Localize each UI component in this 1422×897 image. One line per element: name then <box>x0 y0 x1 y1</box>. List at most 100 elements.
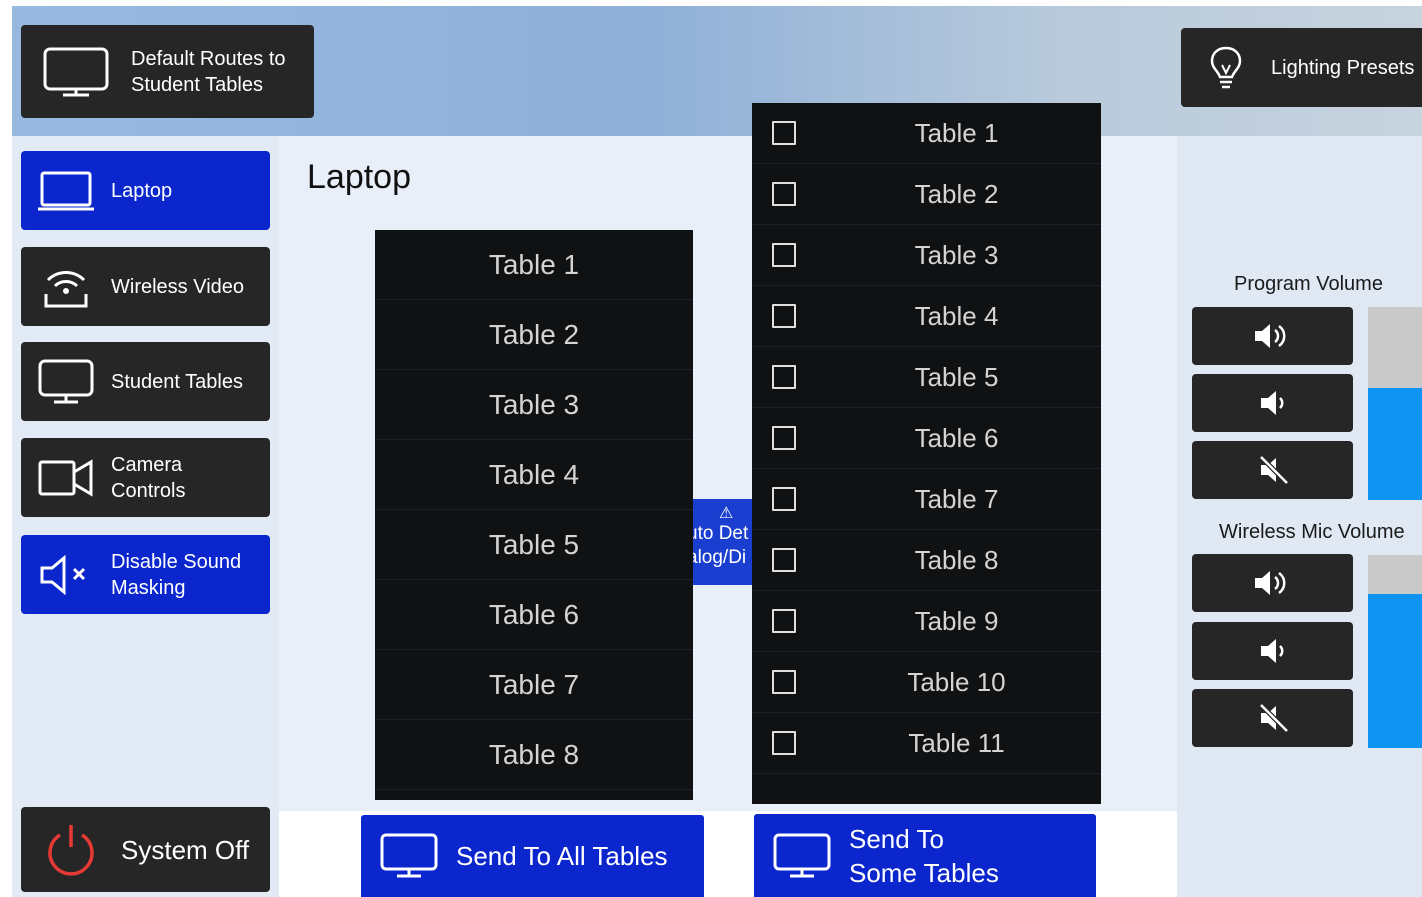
volume-panel <box>1177 136 1422 897</box>
lighting-presets-label: Lighting Presets <box>1271 56 1415 79</box>
program-volume-title: Program Volume <box>1234 273 1383 295</box>
send-to-all-label: Send To All Tables <box>456 841 668 871</box>
program-volume-down-button[interactable] <box>1192 374 1353 432</box>
checkbox[interactable] <box>772 121 796 145</box>
list-item-label: Table 2 <box>488 318 580 350</box>
sidebar-item-laptop[interactable]: Laptop <box>21 151 270 230</box>
wireless-video-icon <box>21 264 111 310</box>
checklist-item[interactable]: Table 5 <box>752 347 1101 408</box>
checkbox[interactable] <box>772 609 796 633</box>
list-item[interactable]: Table 2 <box>375 300 693 370</box>
table-list: Table 1 Table 2 Table 3 Table 4 Table 5 … <box>375 230 693 800</box>
touch-panel: Default Routes to Student Tables Lightin… <box>12 6 1422 897</box>
checklist-label: Table 8 <box>914 545 999 575</box>
list-item[interactable]: Table 8 <box>375 720 693 790</box>
send-to-some-tables-button[interactable]: Send To Some Tables <box>754 814 1096 897</box>
checklist-label: Table 9 <box>914 606 999 636</box>
warning-icon: ⚠ <box>719 505 734 522</box>
checkbox[interactable] <box>772 731 796 755</box>
checklist-item[interactable]: Table 3 <box>752 225 1101 286</box>
checklist-item[interactable]: Table 8 <box>752 530 1101 591</box>
mic-volume-down-button[interactable] <box>1192 622 1353 680</box>
checklist-item[interactable]: Table 4 <box>752 286 1101 347</box>
sidebar-item-student-tables[interactable]: Student Tables <box>21 342 270 421</box>
default-routes-button[interactable]: Default Routes to Student Tables <box>21 25 314 118</box>
list-item-label: Table 5 <box>488 528 580 560</box>
checklist-item[interactable]: Table 11 <box>752 713 1101 774</box>
page-title: Laptop <box>307 158 411 196</box>
checklist-item[interactable]: Table 6 <box>752 408 1101 469</box>
checklist-label: Table 10 <box>907 667 1006 697</box>
checklist-label: Table 6 <box>914 423 999 453</box>
send-to-some-label: Send To Some Tables <box>849 823 999 888</box>
checklist-item[interactable]: Table 2 <box>752 164 1101 225</box>
list-item-label: Table 8 <box>488 738 580 770</box>
monitor-icon <box>754 833 849 879</box>
sidebar-item-label: Wireless Video <box>111 275 245 298</box>
checklist-label: Table 4 <box>914 301 999 331</box>
sidebar-item-label: Student Tables <box>111 370 243 393</box>
checklist-item[interactable]: Table 10 <box>752 652 1101 713</box>
system-off-button[interactable]: System Off <box>21 807 270 892</box>
program-volume-up-button[interactable] <box>1192 307 1353 365</box>
list-item[interactable]: Table 3 <box>375 370 693 440</box>
list-item[interactable]: Table 5 <box>375 510 693 580</box>
checkbox[interactable] <box>772 426 796 450</box>
sidebar-item-disable-sound-masking[interactable]: Disable Sound Masking <box>21 535 270 614</box>
camera-icon <box>21 458 111 498</box>
mic-volume-up-button[interactable] <box>1192 554 1353 612</box>
list-item[interactable]: Table 7 <box>375 650 693 720</box>
lightbulb-icon <box>1181 45 1271 91</box>
warning-text-line1: uto Det <box>693 523 749 544</box>
power-icon <box>21 823 121 877</box>
checklist-label: Table 2 <box>914 179 999 209</box>
monitor-icon <box>361 833 456 879</box>
sidebar-item-label: Disable Sound Masking <box>111 550 242 599</box>
mute-icon <box>1258 455 1289 485</box>
volume-down-icon <box>1260 639 1283 663</box>
auto-detect-warning[interactable]: ⚠ uto Det alog/Di <box>693 499 753 585</box>
mic-volume-slider[interactable] <box>1368 555 1422 748</box>
volume-up-icon <box>1254 324 1285 348</box>
table-checklist: Table 1 Table 2 Table 3 Table 4 Table 5 … <box>752 103 1101 804</box>
lighting-presets-button[interactable]: Lighting Presets <box>1181 28 1422 107</box>
checklist-label: Table 3 <box>914 240 999 270</box>
list-item[interactable]: Table 1 <box>375 230 693 300</box>
mic-volume-level <box>1368 593 1422 748</box>
checklist-item[interactable]: Table 9 <box>752 591 1101 652</box>
sidebar-item-camera-controls[interactable]: Camera Controls <box>21 438 270 517</box>
send-to-all-tables-button[interactable]: Send To All Tables <box>361 815 704 897</box>
volume-down-icon <box>1260 391 1283 415</box>
laptop-icon <box>21 170 111 212</box>
checklist-item[interactable]: Table 7 <box>752 469 1101 530</box>
program-volume-slider[interactable] <box>1368 307 1422 500</box>
list-item[interactable]: Table 4 <box>375 440 693 510</box>
checklist-item[interactable]: Table 1 <box>752 103 1101 164</box>
list-item-label: Table 4 <box>488 458 580 490</box>
checkbox[interactable] <box>772 365 796 389</box>
checkbox[interactable] <box>772 243 796 267</box>
sidebar-item-label: Camera Controls <box>111 453 186 502</box>
checkbox[interactable] <box>772 304 796 328</box>
default-routes-label: Default Routes to Student Tables <box>131 47 286 96</box>
sidebar-item-wireless-video[interactable]: Wireless Video <box>21 247 270 326</box>
list-item-label: Table 3 <box>488 388 580 420</box>
mic-mute-button[interactable] <box>1192 689 1353 747</box>
checkbox[interactable] <box>772 487 796 511</box>
checklist-label: Table 7 <box>914 484 999 514</box>
program-volume-level <box>1368 388 1422 500</box>
checklist-label: Table 5 <box>914 362 999 392</box>
list-item[interactable]: Table 6 <box>375 580 693 650</box>
speaker-mute-icon <box>21 554 111 595</box>
checkbox[interactable] <box>772 548 796 572</box>
checklist-label: Table 11 <box>908 728 1005 758</box>
mute-icon <box>1258 703 1289 733</box>
checkbox[interactable] <box>772 182 796 206</box>
monitor-icon <box>21 47 131 97</box>
system-off-label: System Off <box>121 834 250 865</box>
checkbox[interactable] <box>772 670 796 694</box>
list-item-label: Table 6 <box>488 598 580 630</box>
program-mute-button[interactable] <box>1192 441 1353 499</box>
sidebar-item-label: Laptop <box>111 179 173 202</box>
wireless-mic-volume-title: Wireless Mic Volume <box>1219 521 1405 543</box>
